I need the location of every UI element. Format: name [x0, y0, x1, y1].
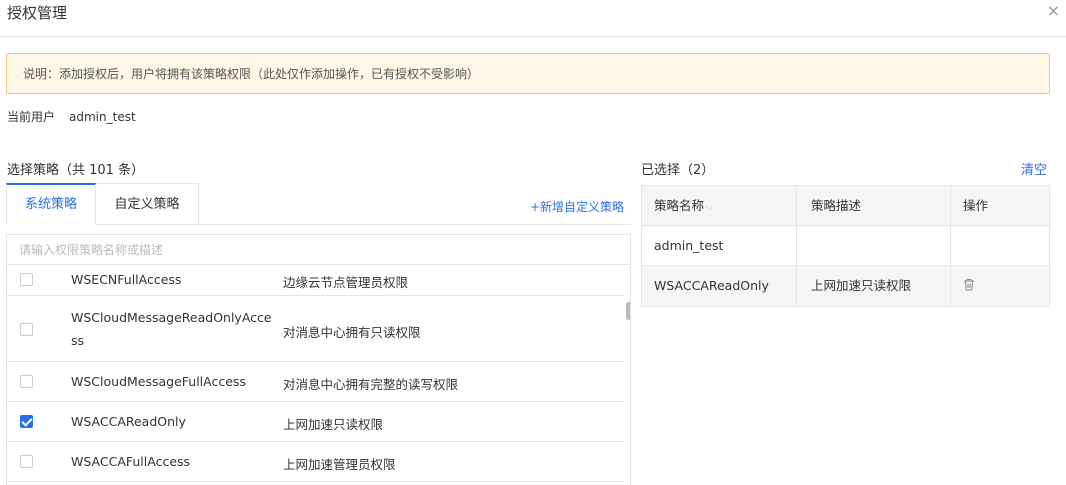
policy-name: WSACCAFullAccess [71, 454, 191, 469]
current-user: 当前用户 admin_test [7, 108, 136, 125]
sort-icon[interactable]: ⌵ [706, 203, 713, 213]
list-scrollbar[interactable] [626, 302, 630, 320]
policy-list-panel: WSECNFullAccess 边缘云节点管理员权限 WSCloudMessag… [6, 234, 631, 485]
tab-divider [199, 224, 631, 225]
policy-name: WSECNFullAccess [71, 272, 182, 287]
current-user-label: 当前用户 [7, 110, 56, 124]
selected-desc [796, 226, 950, 266]
policy-checkbox-checked[interactable] [20, 415, 33, 428]
tab-custom-policy[interactable]: 自定义策略 [96, 183, 199, 225]
selected-title: 已选择（2） [641, 163, 715, 178]
policy-checkbox[interactable] [20, 273, 33, 286]
policy-row[interactable]: WSECNFullAccess 边缘云节点管理员权限 [7, 265, 624, 296]
column-header-desc: 策略描述 [796, 186, 950, 226]
current-user-value: admin_test [69, 110, 136, 124]
policy-desc: 上网加速管理员权限 [283, 457, 396, 472]
dialog-title: 授权管理 [7, 4, 68, 22]
policy-desc: 对消息中心拥有只读权限 [283, 325, 421, 340]
selected-desc: 上网加速只读权限 [796, 266, 950, 306]
selected-table-header: 策略名称 ⌵ 策略描述 操作 [642, 186, 1049, 226]
selected-name: admin_test [654, 238, 724, 253]
policy-row[interactable]: WSCloudMessageFullAccess 对消息中心拥有完整的读写权限 [7, 362, 624, 402]
policy-checkbox[interactable] [20, 455, 33, 468]
selected-action [950, 266, 1049, 306]
policy-row[interactable]: WSCloudMessageReadOnlyAccess 对消息中心拥有只读权限 [7, 296, 624, 362]
selected-name: WSACCAReadOnly [654, 278, 769, 293]
policy-search-input[interactable] [7, 235, 630, 264]
policy-name: WSACCAReadOnly [71, 414, 186, 429]
policy-desc: 边缘云节点管理员权限 [283, 275, 409, 290]
add-custom-policy-link[interactable]: +新增自定义策略 [530, 198, 624, 215]
selected-row: admin_test [642, 226, 1049, 266]
column-header-action: 操作 [950, 186, 1049, 226]
policy-list: WSECNFullAccess 边缘云节点管理员权限 WSCloudMessag… [7, 265, 624, 482]
close-icon[interactable]: × [1047, 2, 1060, 20]
policy-name: WSCloudMessageFullAccess [71, 374, 246, 389]
policy-select-title: 选择策略（共 101 条） [7, 163, 145, 178]
column-header-name[interactable]: 策略名称 ⌵ [642, 186, 796, 226]
dialog-header: 授权管理 × [0, 0, 1066, 37]
policy-row[interactable]: WSACCAFullAccess 上网加速管理员权限 [7, 442, 624, 482]
clear-button[interactable]: 清空 [1021, 159, 1047, 178]
policy-row[interactable]: WSACCAReadOnly 上网加速只读权限 [7, 402, 624, 442]
delete-icon[interactable] [963, 267, 975, 307]
selected-table: 策略名称 ⌵ 策略描述 操作 admin_test WSACCAReadOnly … [641, 185, 1050, 307]
policy-desc: 对消息中心拥有完整的读写权限 [283, 377, 459, 392]
policy-desc: 上网加速只读权限 [283, 417, 384, 432]
tab-system-policy[interactable]: 系统策略 [6, 183, 96, 225]
selected-row: WSACCAReadOnly 上网加速只读权限 [642, 266, 1049, 306]
selected-action [950, 226, 1049, 266]
policy-name: WSCloudMessageReadOnlyAccess [71, 310, 272, 348]
policy-checkbox[interactable] [20, 323, 33, 336]
policy-checkbox[interactable] [20, 375, 33, 388]
notice-banner: 说明：添加授权后，用户将拥有该策略权限（此处仅作添加操作，已有授权不受影响） [6, 53, 1050, 94]
